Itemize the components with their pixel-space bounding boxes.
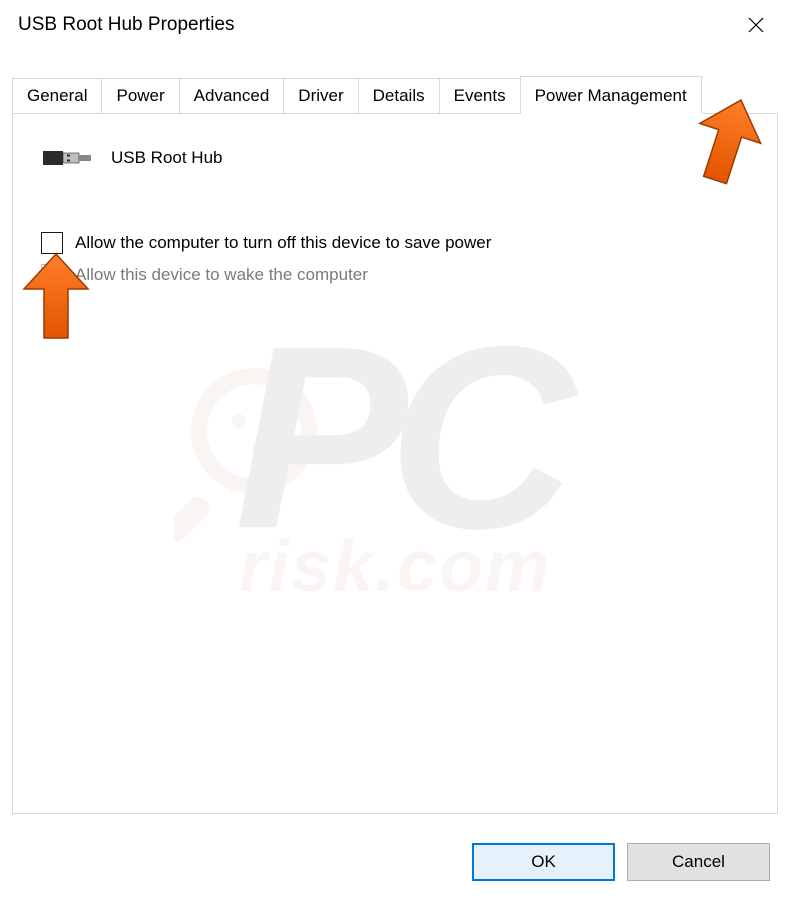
tab-power-management[interactable]: Power Management (520, 76, 702, 114)
tab-label: Events (454, 86, 506, 105)
allow-wake-option: Allow this device to wake the computer (41, 264, 755, 286)
cancel-button[interactable]: Cancel (627, 843, 770, 881)
checkbox-label: Allow this device to wake the computer (75, 265, 368, 285)
device-header: USB Root Hub (41, 142, 755, 174)
tab-label: Power (116, 86, 164, 105)
tab-general[interactable]: General (12, 78, 102, 114)
tab-details[interactable]: Details (358, 78, 440, 114)
tab-label: Driver (298, 86, 343, 105)
magnifier-icon (174, 361, 354, 541)
tab-label: Details (373, 86, 425, 105)
checkbox-allow-wake (41, 264, 63, 286)
checkbox-label: Allow the computer to turn off this devi… (75, 233, 491, 253)
button-label: OK (531, 852, 556, 872)
tab-label: Power Management (535, 86, 687, 105)
device-name: USB Root Hub (111, 148, 223, 168)
usb-plug-icon (41, 142, 93, 174)
tab-content: PC risk.com USB Root Hub Allow the compu… (12, 114, 778, 814)
tab-power[interactable]: Power (101, 78, 179, 114)
ok-button[interactable]: OK (472, 843, 615, 881)
tab-label: Advanced (194, 86, 270, 105)
tab-label: General (27, 86, 87, 105)
tab-driver[interactable]: Driver (283, 78, 358, 114)
window-title: USB Root Hub Properties (18, 14, 235, 36)
watermark-text: PC (234, 341, 555, 536)
checkbox-allow-turn-off[interactable] (41, 232, 63, 254)
tab-events[interactable]: Events (439, 78, 521, 114)
close-icon (748, 17, 764, 33)
tabstrip: General Power Advanced Driver Details Ev… (0, 50, 790, 114)
button-label: Cancel (672, 852, 725, 872)
watermark-domain: risk.com (45, 526, 745, 608)
tab-advanced[interactable]: Advanced (179, 78, 285, 114)
watermark: PC risk.com (45, 341, 745, 608)
titlebar: USB Root Hub Properties (0, 0, 790, 50)
allow-turn-off-option[interactable]: Allow the computer to turn off this devi… (41, 232, 755, 254)
close-button[interactable] (726, 4, 786, 46)
button-bar: OK Cancel (472, 843, 770, 881)
